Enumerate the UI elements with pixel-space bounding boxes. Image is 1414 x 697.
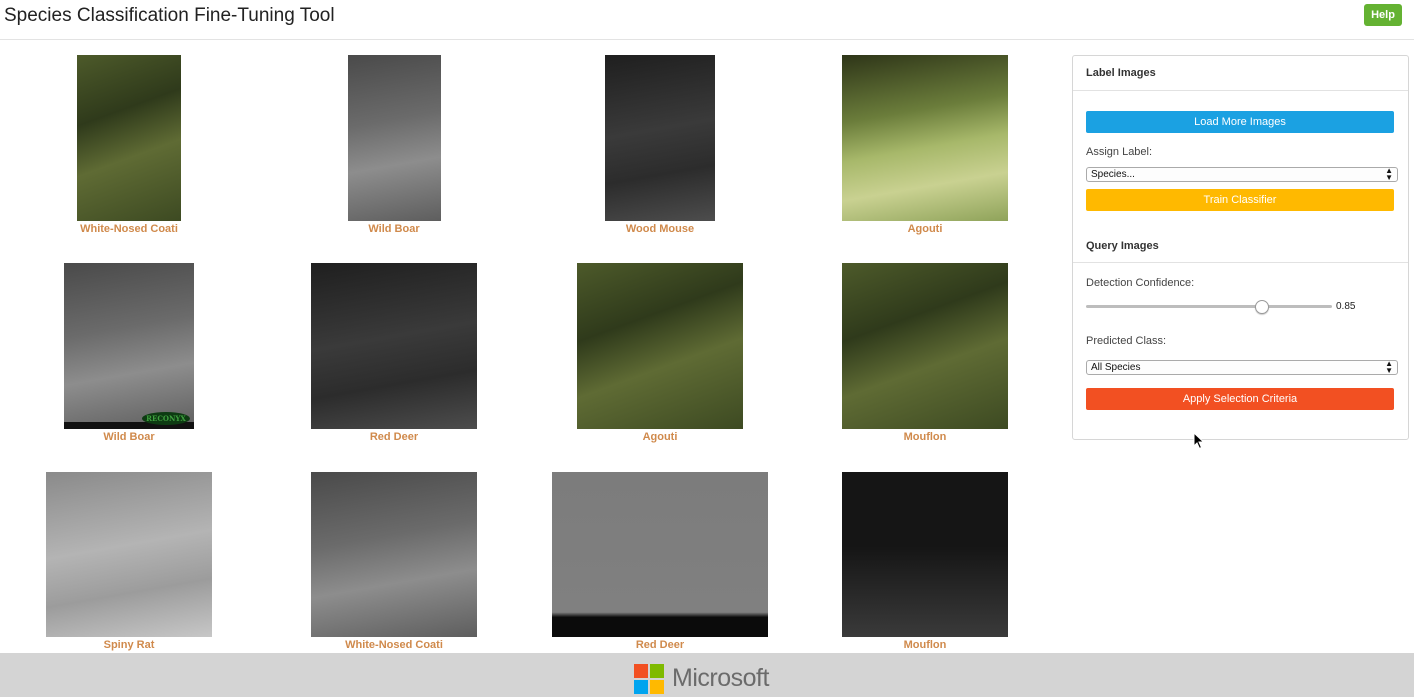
- load-more-images-button[interactable]: Load More Images: [1086, 111, 1394, 133]
- image-tile[interactable]: Mouflon: [800, 263, 1050, 444]
- image-caption[interactable]: Wood Mouse: [535, 222, 785, 236]
- camera-trap-image[interactable]: RECONYX: [64, 263, 194, 429]
- camera-trap-image[interactable]: [577, 263, 743, 429]
- microsoft-wordmark: Microsoft: [672, 664, 769, 692]
- top-bar: Species Classification Fine-Tuning Tool …: [0, 0, 1414, 40]
- predicted-class-label: Predicted Class:: [1086, 335, 1167, 347]
- species-select[interactable]: Species... ▲ ▼: [1086, 167, 1398, 182]
- camera-trap-image[interactable]: [842, 55, 1008, 221]
- image-tile[interactable]: RECONYX Wild Boar: [4, 263, 254, 444]
- query-images-heading: Query Images: [1086, 240, 1159, 252]
- image-caption[interactable]: Wild Boar: [269, 222, 519, 236]
- image-tile[interactable]: Mouflon: [800, 472, 1050, 652]
- image-gallery: White-Nosed Coati Wild Boar Wood Mouse Agou…: [0, 40, 1060, 653]
- camera-trap-image[interactable]: [347, 55, 441, 221]
- predicted-class-select[interactable]: All Species ▲ ▼: [1086, 360, 1398, 375]
- camera-trap-image[interactable]: [842, 263, 1008, 429]
- camera-trap-image[interactable]: [552, 472, 768, 637]
- panel-divider: [1073, 262, 1408, 263]
- image-tile[interactable]: Red Deer: [535, 472, 785, 652]
- image-caption[interactable]: Red Deer: [269, 430, 519, 444]
- image-tile[interactable]: Agouti: [535, 263, 785, 444]
- image-tile[interactable]: Wild Boar: [269, 55, 519, 236]
- image-tile[interactable]: White-Nosed Coati: [4, 55, 254, 236]
- watermark-logo: RECONYX: [142, 412, 190, 425]
- image-caption[interactable]: Wild Boar: [4, 430, 254, 444]
- image-caption[interactable]: Spiny Rat: [4, 638, 254, 652]
- camera-trap-image[interactable]: [311, 472, 477, 637]
- label-images-heading: Label Images: [1073, 56, 1408, 91]
- image-caption[interactable]: Agouti: [535, 430, 785, 444]
- camera-trap-image[interactable]: [311, 263, 477, 429]
- image-tile[interactable]: Agouti: [800, 55, 1050, 236]
- camera-trap-image[interactable]: [46, 472, 212, 637]
- train-classifier-button[interactable]: Train Classifier: [1086, 189, 1394, 211]
- image-caption[interactable]: White-Nosed Coati: [269, 638, 519, 652]
- help-button[interactable]: Help: [1364, 4, 1402, 26]
- species-select-value: Species...: [1091, 169, 1135, 180]
- detection-confidence-label: Detection Confidence:: [1086, 277, 1195, 289]
- image-tile[interactable]: Red Deer: [269, 263, 519, 444]
- image-tile[interactable]: Wood Mouse: [535, 55, 785, 236]
- predicted-class-value: All Species: [1091, 362, 1141, 373]
- camera-trap-image[interactable]: [605, 55, 715, 221]
- confidence-value: 0.85: [1336, 301, 1356, 312]
- image-tile[interactable]: White-Nosed Coati: [269, 472, 519, 652]
- control-panel: Label Images Load More Images Assign Lab…: [1072, 55, 1409, 440]
- image-caption[interactable]: Red Deer: [535, 638, 785, 652]
- confidence-slider-handle[interactable]: [1254, 300, 1269, 314]
- image-tile[interactable]: Spiny Rat: [4, 472, 254, 652]
- camera-trap-image[interactable]: [842, 472, 1008, 637]
- image-caption[interactable]: Mouflon: [800, 638, 1050, 652]
- select-arrows-icon: ▲ ▼: [1385, 166, 1393, 182]
- confidence-slider[interactable]: [1086, 305, 1332, 308]
- camera-trap-image[interactable]: [77, 55, 181, 221]
- image-caption[interactable]: White-Nosed Coati: [4, 222, 254, 236]
- assign-label-text: Assign Label:: [1086, 146, 1153, 158]
- apply-selection-button[interactable]: Apply Selection Criteria: [1086, 388, 1394, 410]
- mouse-cursor-icon: [1193, 432, 1205, 450]
- image-caption[interactable]: Mouflon: [800, 430, 1050, 444]
- image-caption[interactable]: Agouti: [800, 222, 1050, 236]
- microsoft-logo-icon: [634, 664, 664, 694]
- select-arrows-icon: ▲ ▼: [1385, 359, 1393, 375]
- app-title: Species Classification Fine-Tuning Tool: [4, 5, 335, 26]
